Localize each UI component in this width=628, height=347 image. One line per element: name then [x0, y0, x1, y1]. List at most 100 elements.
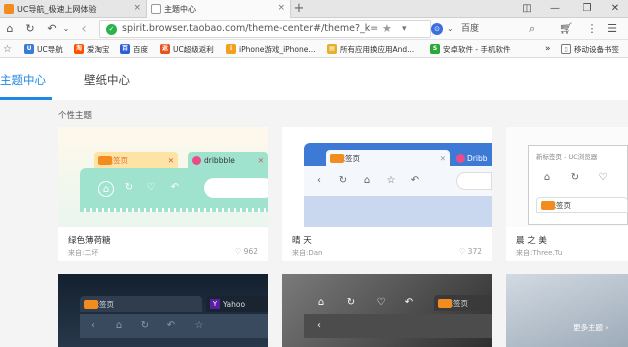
star-icon: ☆	[194, 320, 204, 331]
tab-bar: UC导航_极速上网体验 × 主题中心 × + ◫ — ❐ ✕	[0, 0, 628, 18]
chevron-down-icon[interactable]: ⌄	[447, 20, 454, 38]
address-bar[interactable]: ✓ spirit.browser.taobao.com/theme-center…	[99, 20, 431, 38]
refresh-icon[interactable]: ↻	[22, 21, 38, 37]
bookmark-uc-rebate[interactable]: 返 UC超级返利	[160, 40, 214, 58]
theme-icon	[151, 4, 161, 14]
theme-card[interactable]: 新标签页 - UC浏览器 ⌂ ↻ ♡ 新标签页 晨 之 美 来自:Three.T…	[506, 127, 628, 261]
theme-name: 晨 之 美	[516, 236, 547, 246]
tab-theme-center[interactable]: 主题中心	[0, 72, 46, 88]
cart-icon[interactable]: 🛒︎	[558, 21, 574, 37]
menu-icon[interactable]: ◫	[518, 0, 536, 18]
bookmark-all-apps[interactable]: ▤ 所有应用换应用And...	[327, 40, 414, 58]
browser-tab-theme-center[interactable]: 主题中心 ×	[146, 0, 291, 18]
home-icon: ⌂	[98, 181, 114, 197]
bookmarks-more-button[interactable]: »	[545, 40, 551, 58]
bookmark-label: iPhone游戏_iPhone...	[239, 44, 316, 54]
mobile-bookmarks[interactable]: ▯ 移动设备书签	[561, 40, 619, 58]
dribbble-icon	[192, 155, 201, 165]
preview-tab: Dribb	[452, 150, 492, 166]
minimize-button[interactable]: —	[546, 0, 564, 18]
undo-icon: ↶	[404, 297, 414, 308]
theme-card[interactable]: 新标签页 Y Yahoo ‹ ⌂ ↻ ↶ ☆	[58, 274, 268, 347]
close-icon[interactable]: ×	[277, 3, 285, 13]
close-icon: ✕	[167, 155, 174, 165]
back-icon[interactable]: ‹	[76, 21, 92, 37]
theme-preview: ⌂ ↻ ♡ ↶ 新标签页 ‹	[282, 274, 492, 347]
heart-icon: ♡	[598, 172, 608, 183]
theme-source: 来自:Dan	[292, 249, 323, 257]
close-icon[interactable]: ×	[133, 3, 141, 13]
bookmark-android-software[interactable]: S 安卓软件 - 手机软件	[430, 40, 510, 58]
bookmark-baidu[interactable]: 百 百度	[120, 40, 148, 58]
theme-name: 绿色薄荷糖	[68, 236, 111, 246]
theme-preview: 新标签页 - UC浏览器 ⌂ ↻ ♡ 新标签页	[506, 127, 628, 227]
star-icon[interactable]: ★	[382, 21, 392, 37]
theme-preview: 新标签页 Y Yahoo ‹ ⌂ ↻ ↶ ☆	[58, 274, 268, 347]
tab-title: UC导航_极速上网体验	[17, 4, 97, 14]
bookmark-taobao[interactable]: 淘 爱淘宝	[74, 40, 110, 58]
theme-preview: 新标签页 ✕ dribbble ✕ ⌂ ↻ ♡ ↶	[58, 127, 268, 227]
taobao-icon: 淘	[74, 44, 84, 54]
likes-count: 372	[467, 247, 482, 256]
undo-icon: ↶	[170, 182, 180, 193]
undo-icon: ↶	[166, 320, 176, 331]
theme-card[interactable]: 新标签页 ✕ dribbble ✕ ⌂ ↻ ♡ ↶ 绿色薄荷糖 来自:二坏 ♡ …	[58, 127, 268, 261]
bookmark-label: 所有应用换应用And...	[340, 44, 415, 54]
bookmark-label: 移动设备书签	[574, 44, 619, 54]
more-themes-link[interactable]: 更多主题 ›	[573, 322, 608, 333]
preview-tab: 新标签页 ✕	[94, 152, 178, 168]
bookmark-label: UC超级返利	[173, 44, 214, 54]
back-icon: ‹	[91, 320, 95, 331]
restore-button[interactable]: ❐	[578, 0, 596, 18]
preview-tab: dribbble ✕	[188, 152, 268, 168]
theme-likes[interactable]: ♡ 372	[459, 247, 482, 256]
new-tab-button[interactable]: +	[291, 0, 307, 18]
navigation-toolbar: ⌂ ↻ ↶ ⌄ ‹ ✓ spirit.browser.taobao.com/th…	[0, 18, 628, 40]
back-icon: ‹	[317, 175, 321, 186]
more-themes-card[interactable]	[506, 274, 628, 347]
android-icon: S	[430, 44, 440, 54]
yahoo-icon: Y	[210, 299, 220, 309]
more-options-icon[interactable]: ⋮	[584, 21, 600, 37]
url-text[interactable]: spirit.browser.taobao.com/theme-center#/…	[122, 21, 378, 37]
bookmarks-bar: ☆ U UC导航 淘 爱淘宝 百 百度 返 UC超级返利 i iPhone游戏_…	[0, 40, 628, 58]
uc-rebate-icon: 返	[160, 44, 170, 54]
theme-card[interactable]: ⌂ ↻ ♡ ↶ 新标签页 ‹	[282, 274, 492, 347]
theme-card[interactable]: 新标签页 ✕ Dribb ‹ ↻ ⌂ ☆ ↶ 晴 天 来自:Dan ♡ 372	[282, 127, 492, 261]
preview-window-title: 新标签页 - UC浏览器	[536, 153, 598, 161]
preview-tab: 新标签页 ✕	[326, 150, 450, 166]
page-tabs: 主题中心 壁纸中心	[0, 58, 628, 100]
likes-count: 962	[243, 247, 258, 256]
menu-icon[interactable]: ☰	[604, 21, 620, 37]
refresh-icon: ↻	[338, 175, 348, 186]
bookmark-uc-nav[interactable]: U UC导航	[24, 40, 63, 58]
search-icon[interactable]: ⌕	[529, 20, 535, 38]
home-icon: ⌂	[115, 320, 123, 331]
refresh-icon: ↻	[570, 172, 580, 183]
search-engine-icon[interactable]: ⊙	[431, 23, 443, 35]
close-window-button[interactable]: ✕	[606, 0, 624, 18]
search-box[interactable]: ⊙ ⌄ 百度 ⌕	[431, 20, 555, 38]
bookmark-label: UC导航	[37, 44, 63, 54]
theme-likes[interactable]: ♡ 962	[235, 247, 258, 256]
preview-tab: 新标签页	[434, 295, 492, 311]
refresh-icon: ↻	[346, 297, 356, 308]
apple-icon: i	[226, 44, 236, 54]
close-icon: ✕	[439, 153, 446, 163]
home-icon[interactable]: ⌂	[2, 21, 18, 37]
dribbble-icon	[456, 153, 465, 163]
secure-icon: ✓	[106, 24, 117, 35]
close-icon: ✕	[257, 155, 264, 165]
new-tab-icon	[330, 153, 344, 163]
preview-tab-label: Yahoo	[223, 299, 246, 309]
bookmark-label: 百度	[133, 44, 148, 54]
heart-icon: ♡	[458, 247, 466, 256]
browser-tab-uc-nav[interactable]: UC导航_极速上网体验 ×	[0, 0, 146, 18]
tab-wallpaper-center[interactable]: 壁纸中心	[84, 72, 130, 88]
chevron-down-icon[interactable]: ⌄	[58, 21, 74, 37]
preview-address-bar	[204, 178, 268, 198]
bookmark-iphone-games[interactable]: i iPhone游戏_iPhone...	[226, 40, 316, 58]
star-icon[interactable]: ☆	[3, 40, 12, 58]
chevron-down-icon[interactable]: ▾	[402, 21, 407, 37]
preview-toolbar: ‹ ⌂ ↻ ↶ ☆	[80, 314, 268, 338]
